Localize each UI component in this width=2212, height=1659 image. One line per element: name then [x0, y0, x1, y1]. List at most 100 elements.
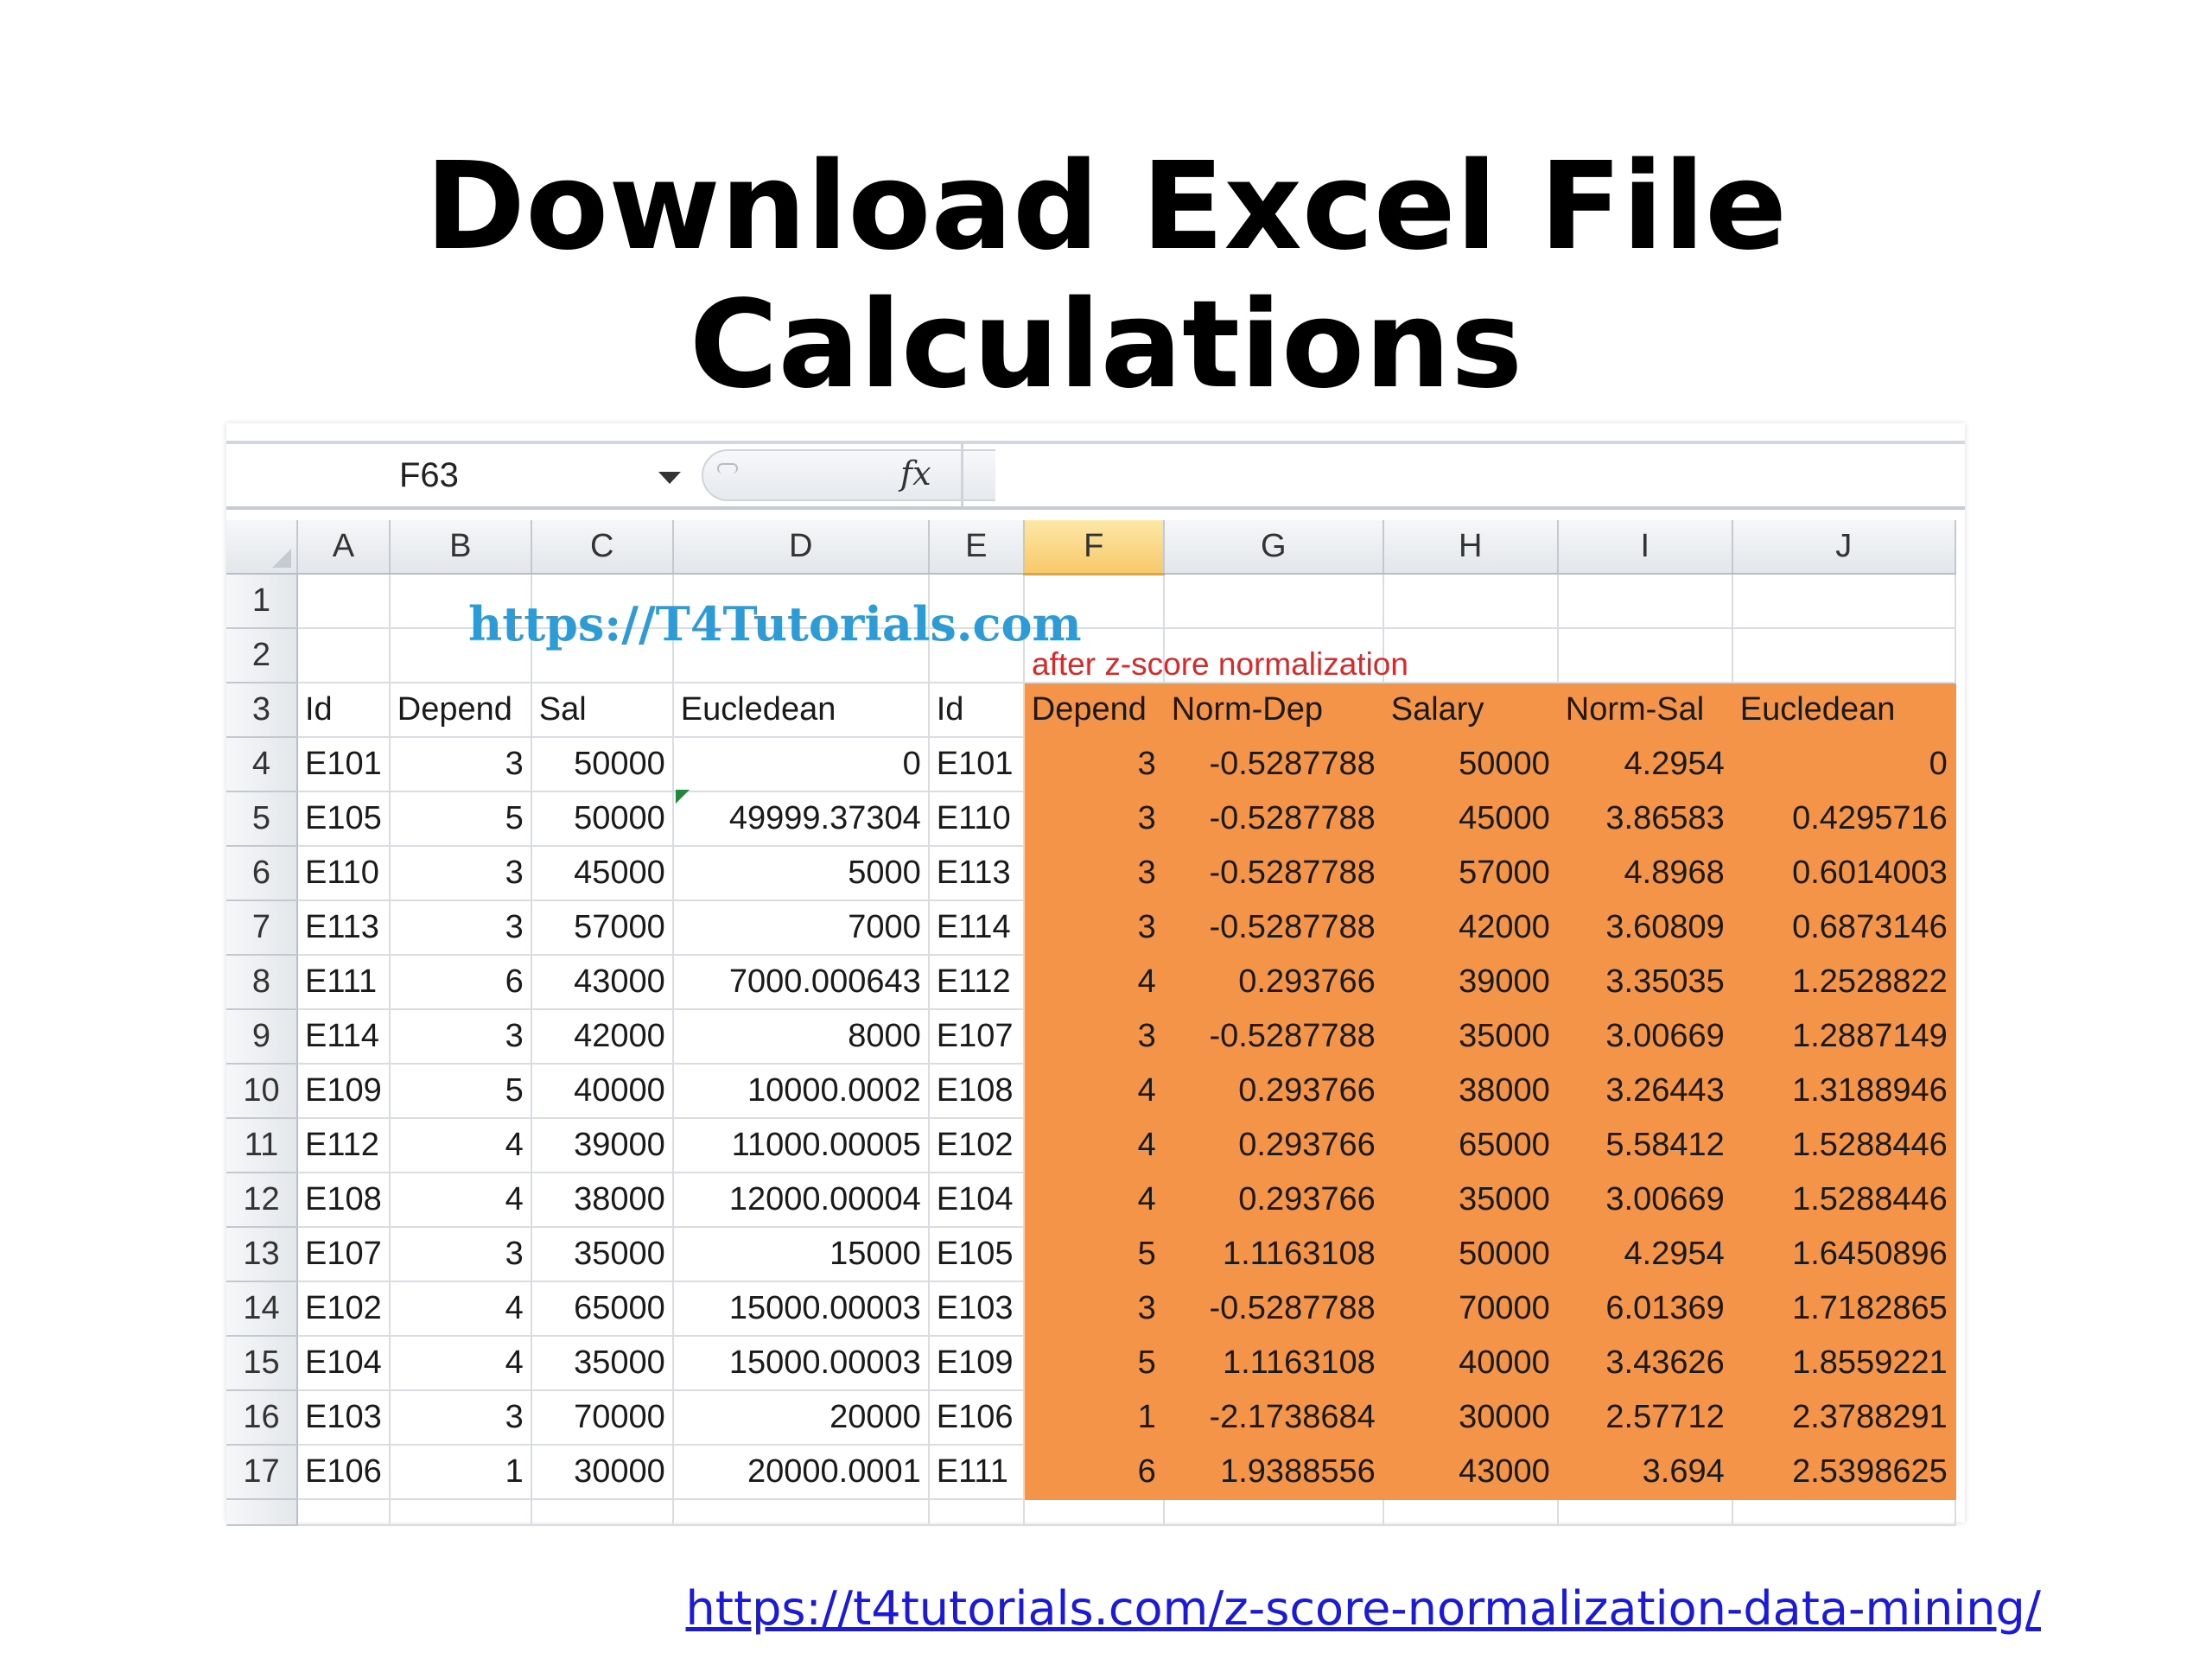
cell[interactable]	[297, 1499, 391, 1526]
cell[interactable]: 39000	[531, 1118, 674, 1173]
cell[interactable]: 3	[1023, 737, 1165, 792]
cell[interactable]: E114	[297, 1009, 391, 1065]
cell[interactable]: E101	[297, 737, 391, 792]
cell[interactable]: 45000	[531, 846, 674, 901]
cell[interactable]: E108	[928, 1064, 1025, 1119]
cell[interactable]: 3	[1023, 900, 1165, 956]
row-header[interactable]: 1	[226, 574, 298, 629]
cell[interactable]: 50000	[531, 791, 674, 847]
cell[interactable]: E112	[928, 955, 1025, 1010]
cell[interactable]: 6	[1023, 1445, 1165, 1500]
cell[interactable]	[1023, 1499, 1165, 1526]
cell[interactable]: 1.7182865	[1732, 1281, 1956, 1337]
cell[interactable]: 35000	[1382, 1009, 1559, 1065]
cell[interactable]: 1.3188946	[1732, 1064, 1956, 1119]
cell[interactable]: 11000.00005	[672, 1118, 930, 1173]
row-header[interactable]: 2	[226, 628, 298, 683]
cell[interactable]: 1	[389, 1445, 532, 1500]
cell[interactable]: 4.2954	[1557, 737, 1733, 792]
cell[interactable]: 3.35035	[1557, 955, 1733, 1010]
cell[interactable]: 1.2528822	[1732, 955, 1956, 1010]
name-box[interactable]: F63	[226, 444, 693, 506]
cell[interactable]: E107	[928, 1009, 1025, 1065]
cell[interactable]: 35000	[1382, 1173, 1559, 1228]
cell[interactable]: 15000.00003	[672, 1281, 930, 1337]
cell[interactable]: E104	[928, 1173, 1025, 1228]
cell[interactable]: 6	[389, 955, 532, 1010]
cell[interactable]: 1.6450896	[1732, 1227, 1956, 1282]
cell[interactable]: 0	[1732, 737, 1956, 792]
cell[interactable]: 50000	[531, 737, 674, 792]
row-header[interactable]: 8	[226, 955, 298, 1010]
cell[interactable]: 5	[1023, 1336, 1165, 1391]
column-header-j[interactable]: J	[1732, 520, 1956, 575]
cell[interactable]: 0.293766	[1163, 1118, 1384, 1173]
row-header[interactable]: 16	[226, 1390, 298, 1446]
cell[interactable]: E113	[928, 846, 1025, 901]
cell[interactable]: E106	[928, 1390, 1025, 1446]
cell[interactable]: 57000	[1382, 846, 1559, 901]
cell[interactable]: 50000	[1382, 737, 1559, 792]
cell[interactable]: 39000	[1382, 955, 1559, 1010]
cell[interactable]: 65000	[531, 1281, 674, 1337]
cell[interactable]: 1	[1023, 1390, 1165, 1446]
cell[interactable]: 5000	[672, 846, 930, 901]
cell[interactable]: E105	[928, 1227, 1025, 1282]
cell[interactable]	[531, 1499, 674, 1526]
cell[interactable]	[1732, 628, 1956, 683]
cell[interactable]: -2.1738684	[1163, 1390, 1384, 1446]
column-header-e[interactable]: E	[928, 520, 1025, 575]
row-header[interactable]: 6	[226, 846, 298, 901]
cell[interactable]: 0.293766	[1163, 1064, 1384, 1119]
cell[interactable]: 35000	[531, 1336, 674, 1391]
cell[interactable]	[1557, 628, 1733, 683]
column-header-a[interactable]: A	[297, 520, 391, 575]
column-title-cell[interactable]: Depend	[1023, 683, 1165, 738]
cell[interactable]: 0.293766	[1163, 955, 1384, 1010]
cell[interactable]: E110	[297, 846, 391, 901]
column-title-cell[interactable]: Eucledean	[1732, 683, 1956, 738]
cell[interactable]: 42000	[531, 1009, 674, 1065]
source-link[interactable]: https://t4tutorials.com/z-score-normaliz…	[686, 1581, 2041, 1636]
cell[interactable]: 4	[1023, 1173, 1165, 1228]
column-title-cell[interactable]: Sal	[531, 683, 674, 738]
cell[interactable]: 49999.37304	[672, 791, 930, 847]
row-header[interactable]: 3	[226, 683, 298, 738]
row-header[interactable]: 14	[226, 1281, 298, 1337]
row-header[interactable]: 4	[226, 737, 298, 792]
cell[interactable]: E109	[297, 1064, 391, 1119]
column-title-cell[interactable]: Salary	[1382, 683, 1559, 738]
cell[interactable]: 4	[1023, 955, 1165, 1010]
cell[interactable]: 6.01369	[1557, 1281, 1733, 1337]
cell[interactable]	[1382, 574, 1559, 629]
cell[interactable]: 0.293766	[1163, 1173, 1384, 1228]
cell[interactable]: 0	[672, 737, 930, 792]
cell[interactable]: -0.5287788	[1163, 1009, 1384, 1065]
cell[interactable]: 3.694	[1557, 1445, 1733, 1500]
cell[interactable]: 4.2954	[1557, 1227, 1733, 1282]
cell[interactable]: 5	[389, 1064, 532, 1119]
row-header[interactable]: 10	[226, 1064, 298, 1119]
cell[interactable]: 3	[389, 846, 532, 901]
row-header[interactable]: 9	[226, 1009, 298, 1065]
cell[interactable]: E111	[928, 1445, 1025, 1500]
cell[interactable]	[1382, 1499, 1559, 1526]
cell[interactable]: 7000.000643	[672, 955, 930, 1010]
cell[interactable]: E107	[297, 1227, 391, 1282]
cell[interactable]: 10000.0002	[672, 1064, 930, 1119]
cell[interactable]: 15000.00003	[672, 1336, 930, 1391]
cell[interactable]	[1163, 574, 1384, 629]
cell[interactable]: 1.8559221	[1732, 1336, 1956, 1391]
cell[interactable]: E105	[297, 791, 391, 847]
cell[interactable]: 4	[389, 1173, 532, 1228]
cell[interactable]: 3.26443	[1557, 1064, 1733, 1119]
cell[interactable]: 4	[1023, 1118, 1165, 1173]
cell[interactable]: 3	[389, 737, 532, 792]
cell[interactable]: 57000	[531, 900, 674, 956]
row-header[interactable]	[226, 1499, 298, 1526]
cell[interactable]: E102	[928, 1118, 1025, 1173]
column-header-h[interactable]: H	[1382, 520, 1559, 575]
cell[interactable]: -0.5287788	[1163, 900, 1384, 956]
column-header-i[interactable]: I	[1557, 520, 1733, 575]
cell[interactable]: 50000	[1382, 1227, 1559, 1282]
